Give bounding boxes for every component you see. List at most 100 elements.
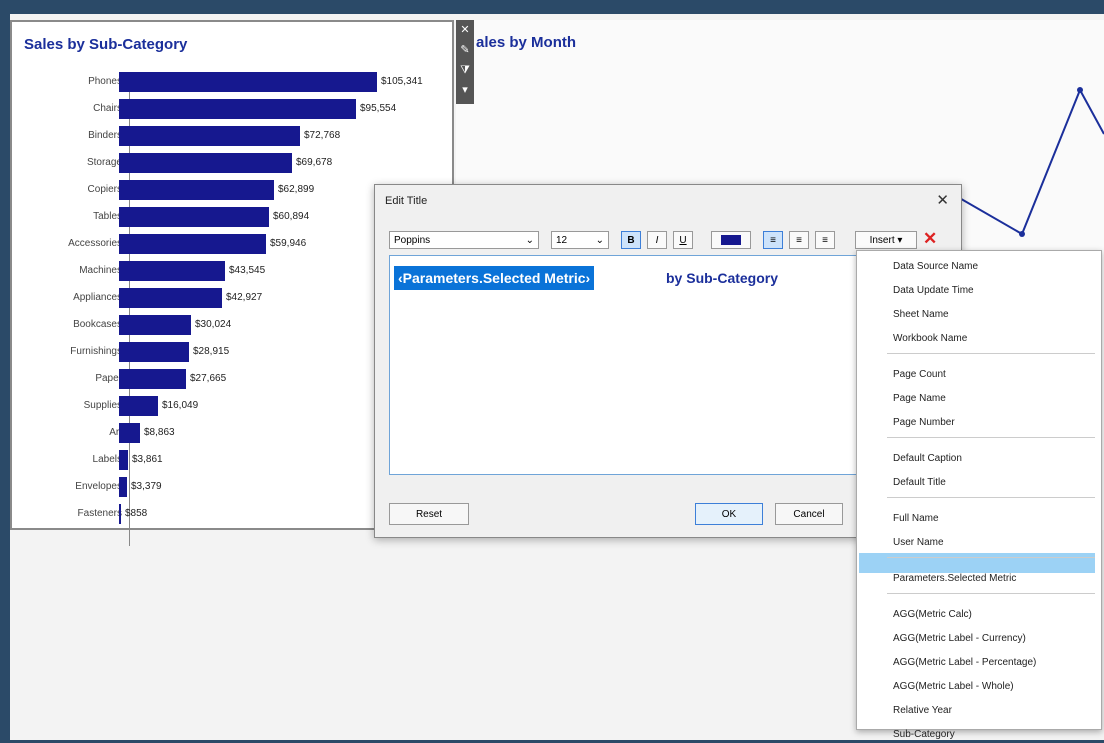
bar-value-label: $858: [125, 508, 148, 519]
italic-button[interactable]: I: [647, 231, 667, 249]
menu-item[interactable]: Default Caption: [893, 453, 962, 464]
chevron-down-icon: ⌄: [595, 235, 604, 246]
bar[interactable]: [119, 99, 356, 119]
line-point: [1019, 231, 1025, 237]
cancel-button[interactable]: Cancel: [775, 503, 843, 525]
bar[interactable]: [119, 504, 121, 524]
bar-value-label: $43,545: [229, 265, 266, 276]
bar-value-label: $59,946: [270, 238, 307, 249]
bar-value-label: $3,379: [131, 481, 162, 492]
bar[interactable]: [119, 234, 266, 254]
menu-item[interactable]: Sub-Category: [893, 729, 955, 740]
bar-value-label: $105,341: [381, 76, 423, 87]
menu-item[interactable]: Page Name: [893, 393, 946, 404]
bar[interactable]: [119, 342, 189, 362]
category-label: Copiers: [87, 184, 122, 195]
align-right-button[interactable]: ≡: [815, 231, 835, 249]
menu-separator: [887, 353, 1095, 354]
category-label: Appliances: [73, 292, 122, 303]
close-icon[interactable]: ✕: [936, 191, 949, 209]
align-center-button[interactable]: ≡: [789, 231, 809, 249]
menu-item[interactable]: Data Update Time: [893, 285, 974, 296]
category-label: Art: [109, 427, 122, 438]
bar-value-label: $60,894: [273, 211, 310, 222]
bar-value-label: $8,863: [144, 427, 175, 438]
category-label: Fasteners: [77, 508, 122, 519]
category-label: Paper: [95, 373, 122, 384]
menu-item[interactable]: Page Number: [893, 417, 955, 428]
bar[interactable]: [119, 423, 140, 443]
menu-item[interactable]: AGG(Metric Label - Percentage): [893, 657, 1036, 668]
category-label: Accessories: [68, 238, 122, 249]
menu-item[interactable]: Relative Year: [893, 705, 952, 716]
font-value: Poppins: [394, 235, 431, 246]
month-line-chart: [956, 87, 1104, 237]
bar[interactable]: [119, 477, 127, 497]
line-point: [1077, 87, 1083, 93]
bar[interactable]: [119, 153, 292, 173]
bar[interactable]: [119, 72, 377, 92]
bar[interactable]: [119, 450, 128, 470]
more-icon[interactable]: ▾: [462, 80, 468, 100]
bar-value-label: $27,665: [190, 373, 227, 384]
menu-item[interactable]: AGG(Metric Label - Whole): [893, 681, 1014, 692]
menu-item[interactable]: Sheet Name: [893, 309, 949, 320]
edit-icon[interactable]: ✎: [460, 40, 469, 60]
bar-value-label: $69,678: [296, 157, 333, 168]
bar-value-label: $72,768: [304, 130, 341, 141]
underline-button[interactable]: U: [673, 231, 693, 249]
bar-value-label: $16,049: [162, 400, 199, 411]
title-text[interactable]: by Sub-Category: [666, 270, 778, 286]
sheet-title-month: ales by Month: [476, 34, 577, 51]
insert-dropdown-menu: Data Source Name Data Update Time Sheet Na…: [856, 250, 1102, 740]
filter-icon[interactable]: ⧩: [460, 60, 470, 80]
menu-item[interactable]: Full Name: [893, 513, 939, 524]
close-icon[interactable]: ✕: [460, 20, 469, 40]
menu-separator: [887, 557, 1095, 558]
bar[interactable]: [119, 207, 269, 227]
font-family-select[interactable]: Poppins ⌄: [389, 231, 539, 249]
reset-button[interactable]: Reset: [389, 503, 469, 525]
menu-separator: [887, 593, 1095, 594]
font-size-select[interactable]: 12 ⌄: [551, 231, 609, 249]
menu-item[interactable]: Page Count: [893, 369, 946, 380]
category-label: Chairs: [93, 103, 122, 114]
bar[interactable]: [119, 288, 222, 308]
bar[interactable]: [119, 396, 158, 416]
selected-parameter-text[interactable]: ‹Parameters.Selected Metric›: [394, 266, 595, 290]
bar[interactable]: [119, 315, 191, 335]
bar-value-label: $30,024: [195, 319, 232, 330]
category-label: Bookcases: [73, 319, 122, 330]
size-value: 12: [556, 235, 568, 246]
menu-highlight: [859, 553, 1095, 573]
dialog-title: Edit Title: [385, 195, 428, 207]
insert-button[interactable]: Insert ▾: [855, 231, 917, 249]
category-label: Supplies: [83, 400, 122, 411]
align-left-button[interactable]: ≡: [763, 231, 783, 249]
menu-item[interactable]: Default Title: [893, 477, 946, 488]
font-color-button[interactable]: [711, 231, 751, 249]
month-line: [956, 87, 1104, 236]
menu-separator: [887, 497, 1095, 498]
ok-button[interactable]: OK: [695, 503, 763, 525]
sheet-toolbar: ✕ ✎ ⧩ ▾: [456, 20, 474, 104]
category-label: Labels: [92, 454, 122, 465]
menu-item[interactable]: User Name: [893, 537, 944, 548]
bold-button[interactable]: B: [621, 231, 641, 249]
bar[interactable]: [119, 180, 274, 200]
category-label: Envelopes: [75, 481, 122, 492]
menu-item[interactable]: Data Source Name: [893, 261, 978, 272]
category-label: Binders: [88, 130, 122, 141]
bar[interactable]: [119, 369, 186, 389]
menu-item[interactable]: Workbook Name: [893, 333, 967, 344]
chevron-down-icon: ⌄: [525, 235, 534, 246]
bar[interactable]: [119, 261, 225, 281]
menu-item[interactable]: AGG(Metric Calc): [893, 609, 972, 620]
menu-item[interactable]: AGG(Metric Label - Currency): [893, 633, 1026, 644]
clear-icon[interactable]: ✕: [923, 229, 937, 249]
category-label: Phones: [88, 76, 122, 87]
bar-value-label: $28,915: [193, 346, 230, 357]
category-label: Tables: [93, 211, 122, 222]
menu-item[interactable]: Parameters.Selected Metric: [893, 573, 1016, 584]
bar[interactable]: [119, 126, 300, 146]
